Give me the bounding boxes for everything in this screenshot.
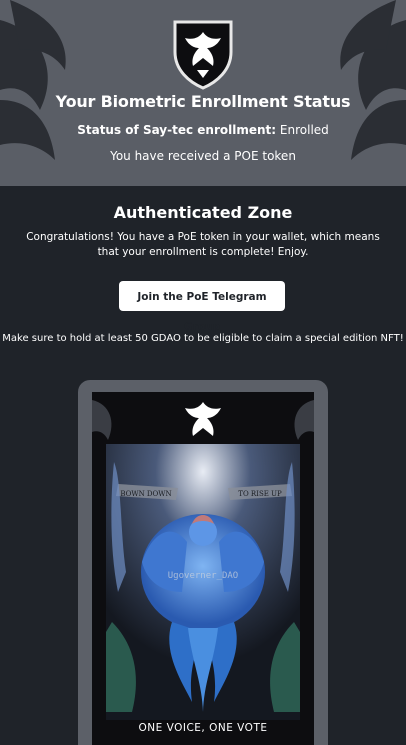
enrollment-title: Your Biometric Enrollment Status: [55, 92, 351, 111]
telegram-group-button[interactable]: Join the PoE Telegram Group: [119, 281, 285, 333]
enrollment-status: Status of Say-tec enrollment: Enrolled: [0, 123, 406, 137]
nft-caption: ONE VOICE, ONE VOTE: [138, 722, 268, 734]
status-value: Enrolled: [279, 123, 329, 137]
enrollment-header: Your Biometric Enrollment Status Status …: [0, 0, 406, 186]
nft-card: BOWN DOWN TO RISE UP Ugoverner_DAO: [92, 392, 314, 745]
banner-right-text: TO RISE UP: [238, 490, 282, 498]
gdao-eligibility-note: Make sure to hold at least 50 GDAO to be…: [2, 333, 404, 344]
congratulations-message: Congratulations! You have a PoE token in…: [26, 231, 380, 258]
status-label: Status of Say-tec enrollment:: [77, 123, 277, 137]
nft-artwork: BOWN DOWN TO RISE UP Ugoverner_DAO: [92, 392, 314, 745]
poe-token-message: You have received a POE token: [110, 149, 296, 163]
authenticated-zone-title: Authenticated Zone: [113, 203, 293, 222]
banner-left-text: BOWN DOWN: [120, 490, 171, 498]
watermark-text: Ugoverner_DAO: [168, 571, 238, 581]
phoenix-shield-icon: [173, 20, 233, 90]
